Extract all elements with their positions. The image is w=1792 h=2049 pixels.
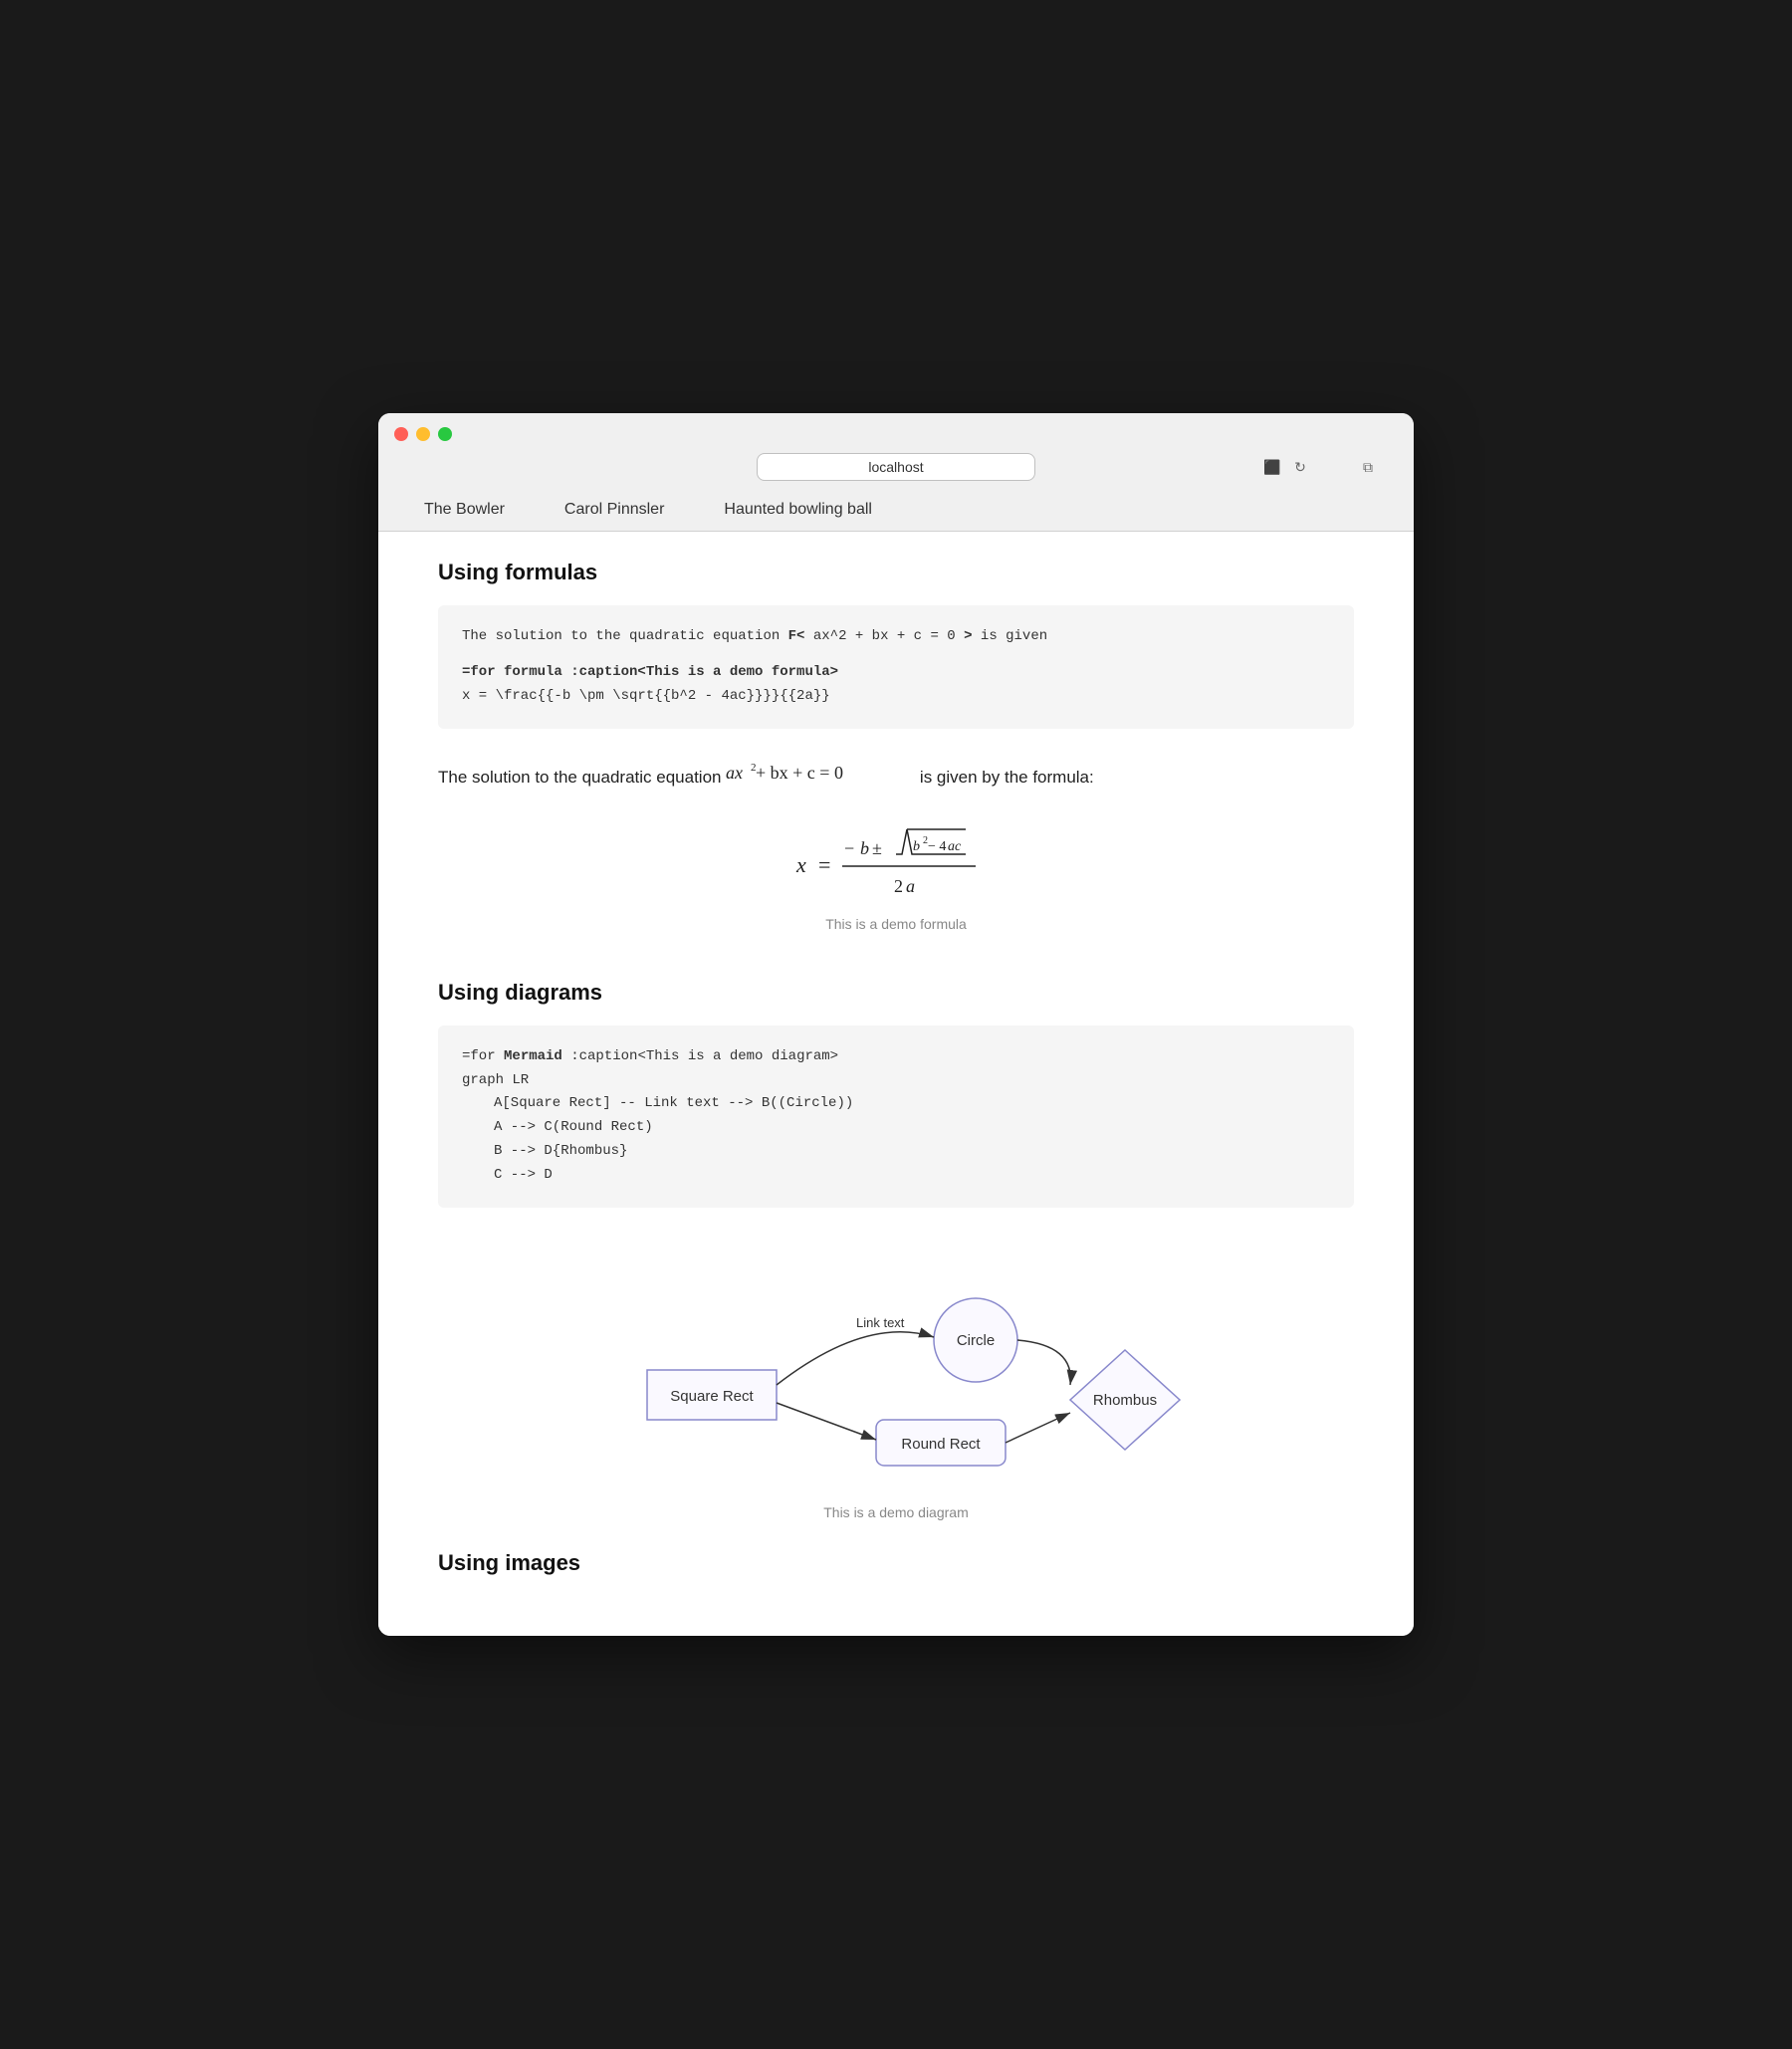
svg-text:±: ± — [872, 838, 882, 858]
svg-text:2: 2 — [894, 876, 903, 896]
svg-text:− 4: − 4 — [928, 839, 946, 854]
svg-text:ac: ac — [948, 839, 962, 854]
svg-text:b: b — [913, 839, 920, 854]
svg-text:b: b — [860, 838, 869, 858]
page-content: Using formulas The solution to the quadr… — [378, 532, 1414, 1635]
svg-text:+ bx + c = 0: + bx + c = 0 — [756, 763, 843, 783]
svg-text:Rhombus: Rhombus — [1093, 1392, 1157, 1409]
tab-carol-pinnsler[interactable]: Carol Pinnsler — [535, 491, 694, 531]
minimize-button[interactable] — [416, 427, 430, 441]
section-title-images: Using images — [438, 1550, 1354, 1576]
svg-text:Circle: Circle — [957, 1332, 995, 1349]
formula-caption: This is a demo formula — [825, 916, 967, 932]
tabs-row: The Bowler Carol Pinnsler Haunted bowlin… — [394, 491, 1398, 531]
section-title-formulas: Using formulas — [438, 560, 1354, 585]
code-block-diagram: =for Mermaid :caption<This is a demo dia… — [438, 1025, 1354, 1208]
reload-icon[interactable]: ↻ — [1290, 457, 1310, 477]
diagram-svg-wrap: Square Rect Circle Round Rect Rhombus Li… — [438, 1255, 1354, 1494]
formula-display: x = − b ± b 2 − 4 ac 2 — [438, 814, 1354, 964]
tab-the-bowler[interactable]: The Bowler — [394, 491, 535, 531]
browser-chrome: localhost ⬛ ↻ ⧉ The Bowler Carol Pinnsle… — [378, 413, 1414, 532]
traffic-lights — [394, 427, 1398, 441]
address-bar[interactable]: localhost — [757, 453, 1035, 481]
svg-text:Round Rect: Round Rect — [901, 1436, 981, 1453]
svg-text:−: − — [844, 838, 854, 858]
code-block-formula: The solution to the quadratic equation F… — [438, 605, 1354, 728]
diagram-container: Square Rect Circle Round Rect Rhombus Li… — [438, 1236, 1354, 1540]
svg-text:a: a — [906, 876, 915, 896]
svg-text:Square Rect: Square Rect — [670, 1388, 754, 1405]
svg-text:ax: ax — [726, 763, 743, 783]
close-button[interactable] — [394, 427, 408, 441]
cast-icon[interactable]: ⬛ — [1262, 457, 1282, 477]
formula-prose: The solution to the quadratic equation a… — [438, 757, 1354, 791]
diagram-caption: This is a demo diagram — [823, 1504, 969, 1520]
section-title-diagrams: Using diagrams — [438, 980, 1354, 1006]
copy-icon[interactable]: ⧉ — [1358, 457, 1378, 477]
address-bar-row: localhost ⬛ ↻ ⧉ — [394, 453, 1398, 481]
browser-window: localhost ⬛ ↻ ⧉ The Bowler Carol Pinnsle… — [378, 413, 1414, 1635]
svg-text:x: x — [795, 852, 806, 877]
svg-text:=: = — [818, 852, 830, 877]
maximize-button[interactable] — [438, 427, 452, 441]
tab-haunted-bowling-ball[interactable]: Haunted bowling ball — [694, 491, 902, 531]
browser-icon-row: ⬛ ↻ ⧉ — [1262, 457, 1378, 477]
svg-text:Link text: Link text — [856, 1315, 905, 1330]
